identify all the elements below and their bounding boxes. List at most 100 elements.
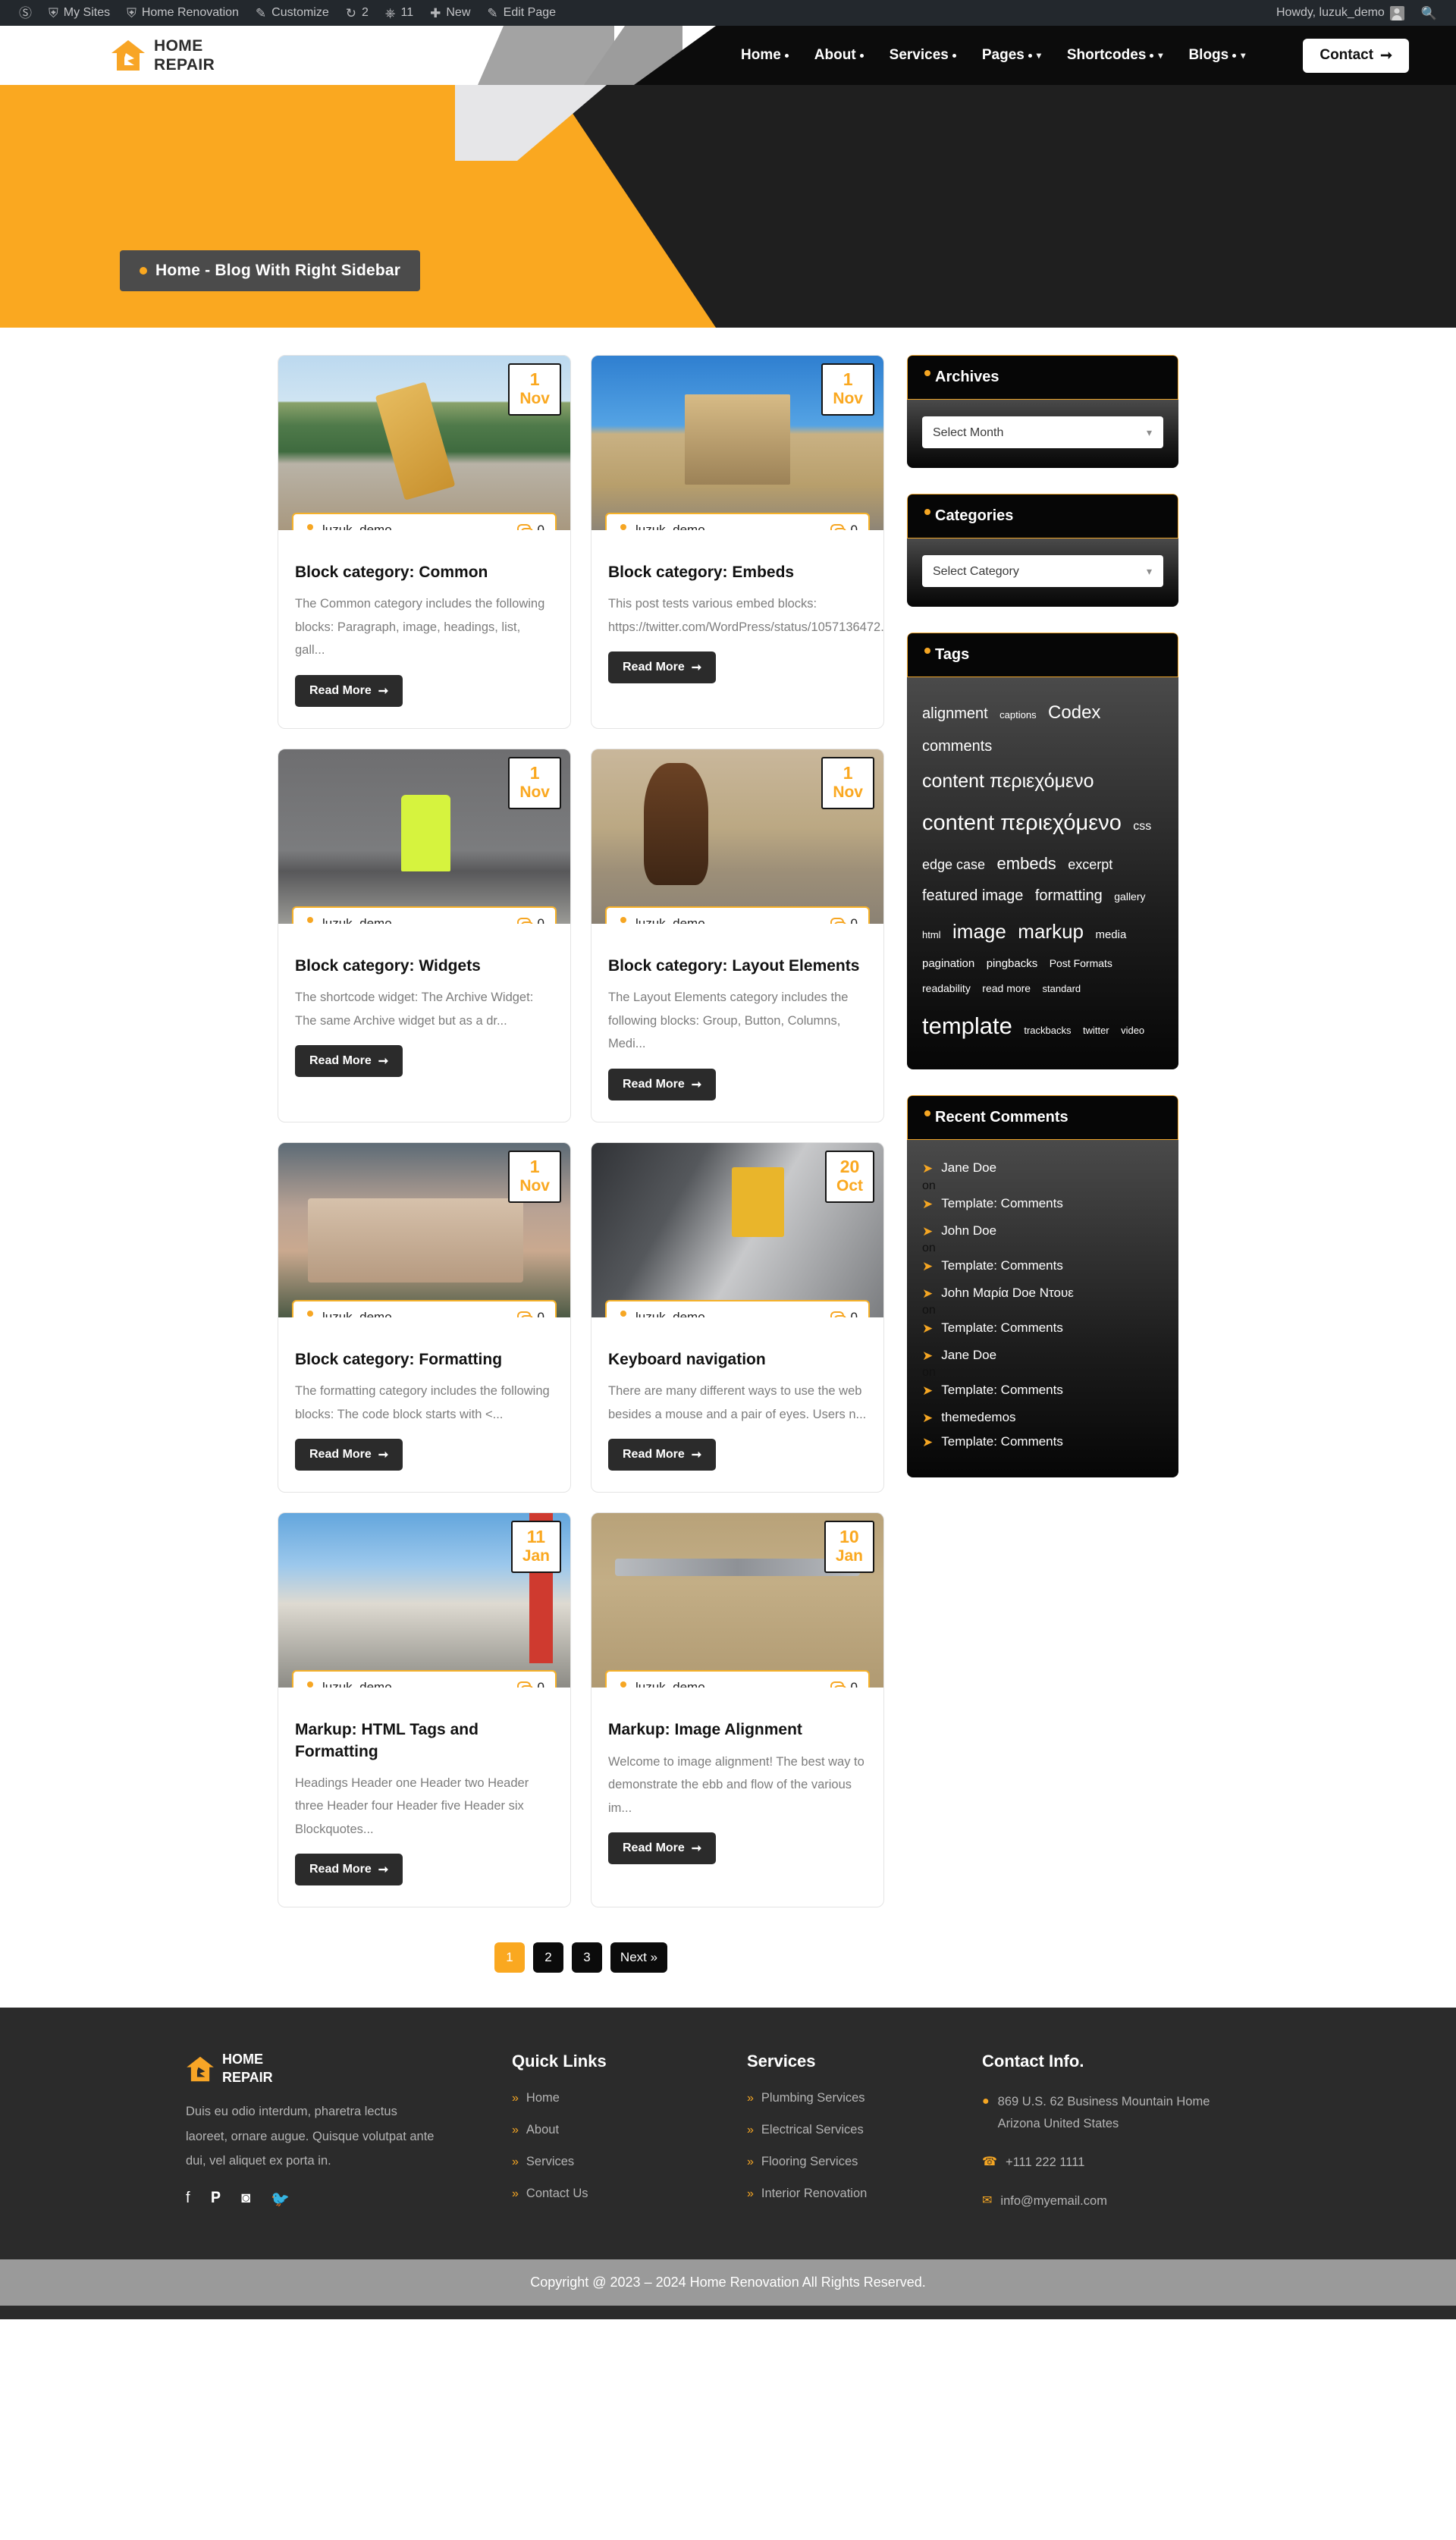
read-more-button[interactable]: Read More ➞ — [608, 1832, 717, 1865]
footer-link-home[interactable]: » Home — [512, 2091, 747, 2105]
post-title[interactable]: Block category: Embeds — [608, 562, 867, 583]
post-title[interactable]: Block category: Formatting — [295, 1349, 554, 1370]
recent-comment-author-line[interactable]: ➤ John Μαρία Doe Ντουε — [922, 1282, 1163, 1306]
nav-item-blogs[interactable]: Blogs ▾ — [1175, 47, 1258, 64]
read-more-button[interactable]: Read More ➞ — [608, 1068, 717, 1100]
pagination-next[interactable]: Next » — [610, 1942, 668, 1973]
post-title[interactable]: Markup: HTML Tags and Formatting — [295, 1719, 554, 1763]
adminbar-search-button[interactable]: 🔍 — [1413, 0, 1445, 26]
tag-link[interactable]: html — [922, 925, 941, 946]
recent-comment-post-line[interactable]: ➤ Template: Comments — [922, 1192, 1163, 1217]
post-author[interactable]: luzuk_demo — [617, 1680, 705, 1688]
post-author[interactable]: luzuk_demo — [304, 523, 392, 530]
post-comment-count[interactable]: 0 — [830, 523, 858, 530]
nav-item-pages[interactable]: Pages ▾ — [969, 47, 1054, 64]
read-more-button[interactable]: Read More ➞ — [295, 1439, 403, 1471]
nav-item-shortcodes[interactable]: Shortcodes ▾ — [1054, 47, 1176, 64]
tag-link[interactable]: template — [922, 1002, 1012, 1050]
footer-service-flooring[interactable]: » Flooring Services — [747, 2155, 982, 2169]
post-card[interactable]: 10 Jan luzuk_demo 0 Markup: Image Alignm… — [591, 1512, 884, 1908]
post-card[interactable]: 1 Nov luzuk_demo 0 — [278, 748, 571, 1122]
tag-link[interactable]: markup — [1018, 912, 1084, 952]
post-comment-count[interactable]: 0 — [516, 1680, 544, 1688]
tag-link[interactable]: Post Formats — [1050, 953, 1112, 975]
edit-page-menu[interactable]: ✎ Edit Page — [479, 0, 564, 26]
post-card[interactable]: 20 Oct luzuk_demo 0 Keyboard navigation … — [591, 1141, 884, 1493]
pagination-page-2[interactable]: 2 — [532, 1942, 563, 1973]
read-more-button[interactable]: Read More ➞ — [608, 651, 717, 684]
read-more-button[interactable]: Read More ➞ — [295, 1045, 403, 1078]
tag-link[interactable]: formatting — [1035, 881, 1103, 912]
post-thumbnail[interactable]: 1 Nov luzuk_demo 0 — [592, 749, 883, 924]
categories-select[interactable]: Select Category — [922, 555, 1163, 587]
tag-link[interactable]: media — [1095, 924, 1126, 947]
pagination-page-1[interactable]: 1 — [494, 1942, 525, 1973]
instagram-icon[interactable]: ◙ — [241, 2190, 250, 2209]
nav-item-about[interactable]: About — [802, 47, 877, 64]
recent-comment-post-line[interactable]: ➤ Template: Comments — [922, 1379, 1163, 1403]
pagination-page-3[interactable]: 3 — [571, 1942, 602, 1973]
post-author[interactable]: luzuk_demo — [304, 1680, 392, 1688]
howdy-menu[interactable]: Howdy, luzuk_demo — [1268, 0, 1413, 26]
footer-email[interactable]: ✉ info@myemail.com — [982, 2190, 1247, 2212]
tag-link[interactable]: video — [1121, 1021, 1144, 1041]
post-author[interactable]: luzuk_demo — [617, 523, 705, 530]
post-card[interactable]: 1 Nov luzuk_demo 0 — [591, 355, 884, 729]
site-name-menu[interactable]: ⛨ Home Renovation — [118, 0, 247, 26]
read-more-button[interactable]: Read More ➞ — [608, 1439, 717, 1471]
comments-menu[interactable]: ⎈ 11 — [377, 0, 422, 26]
post-thumbnail[interactable]: 1 Nov luzuk_demo 0 — [278, 1142, 570, 1317]
tag-link[interactable]: gallery — [1114, 886, 1145, 908]
my-sites-menu[interactable]: ⛨ My Sites — [40, 0, 118, 26]
post-comment-count[interactable]: 0 — [830, 916, 858, 924]
recent-comment-author-line[interactable]: ➤ Jane Doe — [922, 1344, 1163, 1368]
post-comment-count[interactable]: 0 — [830, 1680, 858, 1688]
archives-select[interactable]: Select Month — [922, 416, 1163, 448]
site-logo[interactable]: HOME REPAIR — [0, 38, 215, 73]
nav-item-home[interactable]: Home — [728, 47, 802, 64]
footer-service-plumbing[interactable]: » Plumbing Services — [747, 2091, 982, 2105]
footer-link-contact-us[interactable]: » Contact Us — [512, 2187, 747, 2201]
tag-link[interactable]: content περιεχόμενο — [922, 801, 1122, 846]
recent-comment-author-line[interactable]: ➤ John Doe — [922, 1220, 1163, 1244]
tag-link[interactable]: readability — [922, 978, 971, 1000]
pinterest-icon[interactable]: 𝐏 — [211, 2190, 221, 2209]
read-more-button[interactable]: Read More ➞ — [295, 1854, 403, 1886]
post-card[interactable]: 1 Nov luzuk_demo 0 — [591, 748, 884, 1122]
post-card[interactable]: 1 Nov luzuk_demo 0 — [278, 1141, 571, 1493]
footer-service-electrical[interactable]: » Electrical Services — [747, 2123, 982, 2137]
post-thumbnail[interactable]: 20 Oct luzuk_demo 0 — [592, 1142, 883, 1317]
nav-item-services[interactable]: Services — [877, 47, 969, 64]
tag-link[interactable]: comments — [922, 731, 992, 762]
post-title[interactable]: Block category: Layout Elements — [608, 956, 867, 977]
post-thumbnail[interactable]: 1 Nov luzuk_demo 0 — [278, 749, 570, 924]
recent-comment-author-line[interactable]: ➤ Jane Doe — [922, 1157, 1163, 1181]
footer-link-about[interactable]: » About — [512, 2123, 747, 2137]
tag-link[interactable]: excerpt — [1068, 851, 1112, 879]
tag-link[interactable]: standard — [1043, 979, 1081, 1000]
post-author[interactable]: luzuk_demo — [304, 1310, 392, 1317]
contact-button[interactable]: Contact ➞ — [1303, 38, 1409, 73]
tag-link[interactable]: css — [1133, 815, 1151, 840]
recent-comment-post-line[interactable]: ➤ Template: Comments — [922, 1430, 1163, 1455]
post-author[interactable]: luzuk_demo — [617, 1310, 705, 1317]
post-author[interactable]: luzuk_demo — [304, 916, 392, 924]
tag-link[interactable]: image — [952, 912, 1006, 952]
post-card[interactable]: 1 Nov luzuk_demo 0 — [278, 355, 571, 729]
tag-link[interactable]: Codex — [1048, 694, 1100, 731]
post-title[interactable]: Block category: Common — [295, 562, 554, 583]
wordpress-logo-menu[interactable]: Ⓢ — [11, 0, 40, 26]
footer-link-services[interactable]: » Services — [512, 2155, 747, 2169]
post-title[interactable]: Markup: Image Alignment — [608, 1719, 867, 1741]
footer-phone[interactable]: ☎ +111 222 1111 — [982, 2152, 1247, 2174]
recent-comment-post-line[interactable]: ➤ Template: Comments — [922, 1317, 1163, 1341]
post-comment-count[interactable]: 0 — [516, 916, 544, 924]
post-card[interactable]: 11 Jan luzuk_demo 0 Markup: HTML Tags an… — [278, 1512, 571, 1908]
post-author[interactable]: luzuk_demo — [617, 916, 705, 924]
post-comment-count[interactable]: 0 — [516, 523, 544, 530]
facebook-icon[interactable]: f — [186, 2190, 190, 2209]
post-comment-count[interactable]: 0 — [830, 1310, 858, 1317]
post-title[interactable]: Keyboard navigation — [608, 1349, 867, 1370]
tag-link[interactable]: pagination — [922, 953, 974, 976]
tag-link[interactable]: featured image — [922, 881, 1023, 912]
